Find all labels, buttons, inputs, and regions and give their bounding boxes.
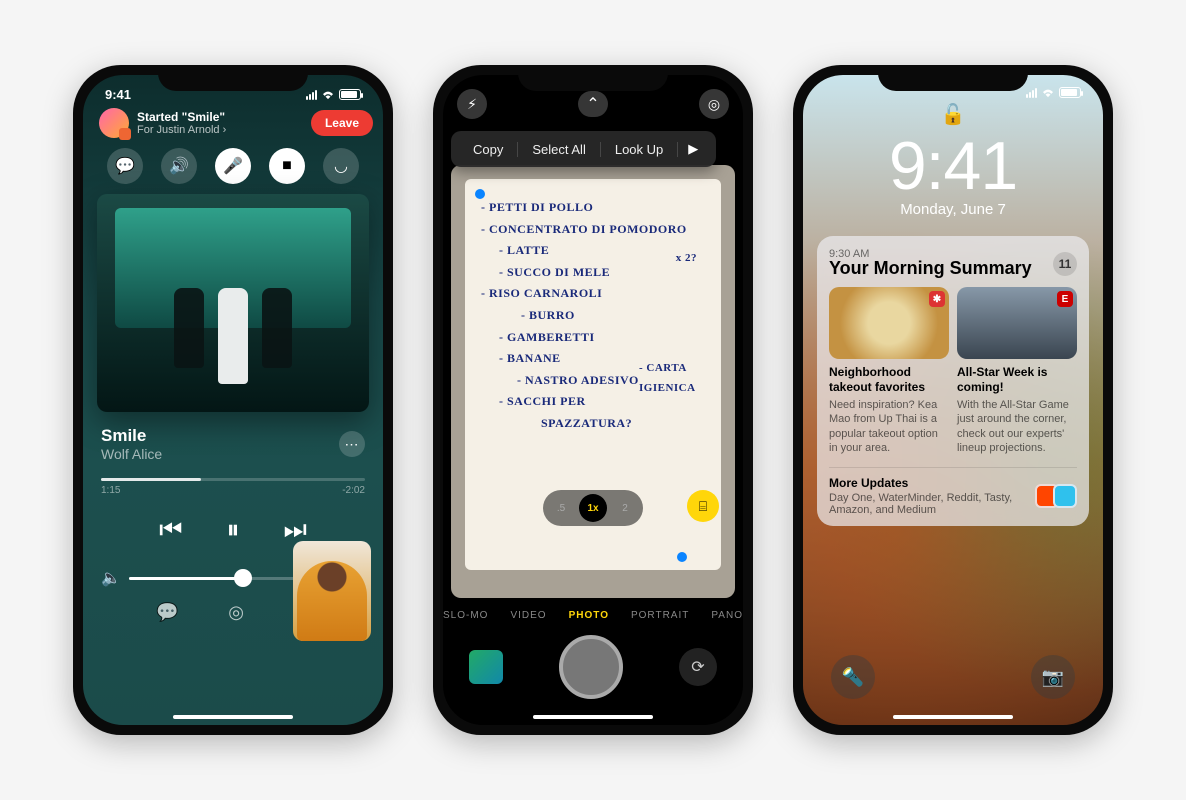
shareplay-banner[interactable]: Started "Smile" For Justin Arnold › Leav… (83, 102, 383, 138)
lock-clock: 9:41 (889, 127, 1017, 205)
leave-button[interactable]: Leave (311, 110, 373, 136)
summary-title: Your Morning Summary (829, 258, 1032, 279)
zoom-control[interactable]: .5 1x 2 (543, 490, 643, 526)
lock-icon: 🔓 (803, 102, 1103, 127)
camera-viewfinder[interactable]: - PETTI DI POLLO - CONCENTRATO DI POMODO… (451, 165, 735, 598)
ctx-select-all[interactable]: Select All (518, 142, 600, 157)
ctx-more-arrow[interactable]: ▶ (678, 141, 708, 157)
call-controls: 💬 🔊 🎤 ■ ◡ (83, 138, 383, 190)
last-photo-thumbnail[interactable] (469, 650, 503, 684)
camera-switch-button[interactable]: ⟳ (679, 648, 717, 686)
wifi-icon (1041, 88, 1055, 98)
messages-button[interactable]: 💬 (107, 148, 143, 184)
selection-handle-start[interactable] (475, 189, 485, 199)
volume-low-icon: 🔈 (101, 568, 121, 588)
phone-lockscreen: 🔓 9:41 Monday, June 7 9:30 AM Your Morni… (793, 65, 1113, 735)
lyrics-button[interactable]: 💬 (156, 602, 178, 623)
camera-settings-toggle[interactable]: ⌃ (578, 91, 608, 117)
ctx-copy[interactable]: Copy (459, 142, 518, 157)
card-image: E (957, 287, 1077, 359)
phone-shareplay: 9:41 Started "Smile" For Justin Arnold ›… (73, 65, 393, 735)
camera-modes[interactable]: SLO-MO VIDEO PHOTO PORTRAIT PANO (443, 598, 743, 629)
live-text-button[interactable]: ⌸ (687, 490, 719, 522)
selection-handle-end[interactable] (677, 552, 687, 562)
notification-summary[interactable]: 9:30 AM Your Morning Summary 11 ✱ Neighb… (817, 236, 1089, 526)
battery-icon (339, 89, 361, 100)
more-button[interactable]: ⋯ (339, 431, 365, 457)
mute-button[interactable]: 🎤 (215, 148, 251, 184)
phone-camera: ⚡︎ ⌃ ◎ Copy Select All Look Up ▶ - PETTI… (433, 65, 753, 735)
status-time: 9:41 (105, 87, 131, 102)
summary-card-2[interactable]: E All-Star Week is coming! With the All-… (957, 287, 1077, 455)
rewind-button[interactable]: ⏮ (159, 514, 182, 546)
live-photo-button[interactable]: ◎ (699, 89, 729, 119)
status-bar (1026, 87, 1081, 98)
shutter-button[interactable] (559, 635, 623, 699)
camera-button[interactable]: 📷 (1031, 655, 1075, 699)
track-artist: Wolf Alice (101, 446, 162, 462)
text-context-menu: Copy Select All Look Up ▶ (451, 131, 716, 167)
cellular-icon (306, 90, 317, 100)
album-art (97, 194, 369, 412)
banner-title: Started "Smile" (137, 110, 303, 124)
summary-count-badge: 11 (1053, 252, 1077, 276)
lock-date: Monday, June 7 (900, 201, 1006, 218)
airplay-button[interactable]: ◎ (228, 602, 244, 623)
time-remaining: -2:02 (342, 485, 365, 496)
video-button[interactable]: ■ (269, 148, 305, 184)
pause-button[interactable]: ⏸ (226, 514, 239, 546)
banner-subtitle: For Justin Arnold › (137, 124, 303, 136)
speaker-button[interactable]: 🔊 (161, 148, 197, 184)
wifi-icon (321, 90, 335, 100)
time-elapsed: 1:15 (101, 485, 120, 496)
summary-card-1[interactable]: ✱ Neighborhood takeout favorites Need in… (829, 287, 949, 455)
ctx-look-up[interactable]: Look Up (601, 142, 678, 157)
avatar (99, 108, 129, 138)
flashlight-button[interactable]: 🔦 (831, 655, 875, 699)
facetime-pip[interactable] (293, 541, 371, 641)
app-badge-espn: E (1057, 291, 1073, 307)
playback-scrubber[interactable] (101, 478, 365, 481)
more-updates-app-icons (1041, 484, 1077, 508)
battery-icon (1059, 87, 1081, 98)
flash-button[interactable]: ⚡︎ (457, 89, 487, 119)
cellular-icon (1026, 88, 1037, 98)
shareplay-button[interactable]: ◡ (323, 148, 359, 184)
card-image: ✱ (829, 287, 949, 359)
more-updates-row[interactable]: More Updates Day One, WaterMinder, Reddi… (829, 467, 1077, 516)
app-badge-yelp: ✱ (929, 291, 945, 307)
track-title: Smile (101, 426, 162, 446)
